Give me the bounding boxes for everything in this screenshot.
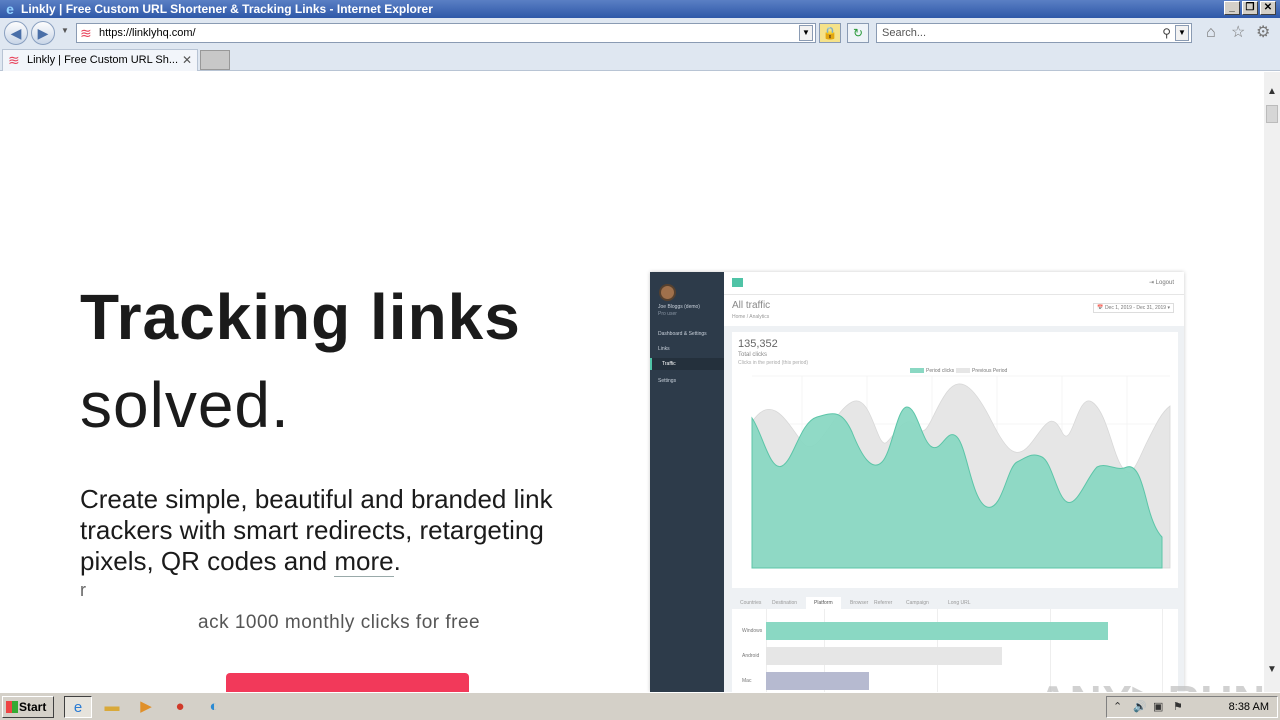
window-title: Linkly | Free Custom URL Shortener & Tra… [21,2,433,16]
dashboard-header: All traffic Home / Analytics 📅 Dec 1, 20… [724,294,1184,326]
sidebar-item-dashboard: Dashboard & Settings [658,331,707,337]
dashboard-logo [732,278,743,287]
refresh-button[interactable]: ↻ [847,23,869,43]
tab-referrer: Referrer [874,600,893,606]
stray-text: r [80,580,86,600]
clock[interactable]: 8:38 AM [1229,701,1269,713]
forward-button[interactable]: ▶ [31,21,55,45]
home-icon[interactable]: ⌂ [1206,25,1216,41]
dashboard-preview-image: Joe Bloggs (demo) Pro user Dashboard & S… [650,272,1184,692]
dashboard-date-range: 📅 Dec 1, 2019 - Dec 31, 2019 ▾ [1093,303,1174,313]
close-button[interactable]: ✕ [1260,1,1276,15]
navigation-bar: ◀ ▶ ▼ ≋ https://linklyhq.com/ ▼ 🔒 ↻ Sear… [0,18,1280,48]
sidebar-item-links: Links [658,346,670,352]
address-bar[interactable]: ≋ https://linklyhq.com/ ▼ [76,23,816,43]
start-button[interactable]: Start [2,696,54,718]
tray-expand-icon[interactable]: ⌃ [1113,700,1122,713]
bar-windows [766,622,1108,640]
tab-platform: Platform [806,597,841,609]
sidebar-item-traffic: Traffic [662,361,676,367]
recent-pages-dropdown-icon[interactable]: ▼ [61,26,69,35]
sidebar-item-settings: Settings [658,378,677,384]
tab-linkly[interactable]: ≋ Linkly | Free Custom URL Sh... ✕ [2,49,198,71]
dashboard-user-name: Joe Bloggs (demo) [658,304,700,310]
dashboard-sidebar: Joe Bloggs (demo) Pro user Dashboard & S… [650,272,724,692]
avatar [659,284,676,301]
scroll-up-icon[interactable]: ▲ [1266,86,1278,100]
internet-explorer-icon: e [6,1,14,17]
search-icon[interactable]: ⚲ [1162,24,1171,42]
dashboard-breadcrumb: Home / Analytics [732,314,770,320]
signup-button[interactable] [226,673,469,692]
favorites-star-icon[interactable]: ☆ [1231,25,1245,41]
bar-label-android: Android [742,653,760,659]
tab-browser: Browser [850,600,869,606]
tab-label: Linkly | Free Custom URL Sh... [27,54,178,66]
scroll-down-icon[interactable]: ▼ [1266,664,1278,678]
taskbar-ie-icon[interactable]: e [64,696,92,718]
taskbar-edge-icon[interactable]: ◐ [200,696,228,718]
volume-icon[interactable]: 🔊 [1133,700,1147,713]
dashboard-user-role: Pro user [658,311,677,317]
bar-label-windows: Windows [742,628,763,634]
hero-description: Create simple, beautiful and branded lin… [80,484,620,577]
description-period: . [393,546,401,576]
gear-icon[interactable]: ⚙ [1256,25,1270,41]
anyrun-watermark: ANY▷RUN [1037,676,1264,692]
dashboard-title: All traffic [732,300,771,311]
tab-long-url: Long URL [948,600,971,606]
clicks-chart-card: 135,352 Total clicks Clicks in the perio… [732,332,1178,588]
window-controls: _ ❐ ✕ [1224,1,1276,15]
address-url[interactable]: https://linklyhq.com/ [99,27,196,39]
minimize-button[interactable]: _ [1224,1,1240,15]
page-content: Tracking links solved. Create simple, be… [0,72,1264,692]
hero-subheadline: solved. [80,369,290,441]
tab-destination: Destination [772,600,798,606]
action-center-flag-icon[interactable]: ⚑ [1173,700,1183,713]
taskbar-chrome-icon[interactable]: ● [166,696,194,718]
more-link[interactable]: more [334,546,394,577]
dashboard-logout: ⇥ Logout [1148,280,1174,286]
lock-icon[interactable]: 🔒 [819,23,841,43]
system-tray: ⌃ 🔊 ▣ ⚑ 8:38 AM [1106,696,1278,718]
start-label: Start [19,700,47,714]
search-input[interactable]: Search... [882,27,926,39]
taskbar-folder-icon[interactable]: ▬ [98,696,126,718]
vertical-scrollbar[interactable]: ▲ ▼ [1264,72,1280,692]
tab-countries: Countries [740,600,762,606]
hero-headline: Tracking links [80,281,521,353]
bar-mac [766,672,869,690]
new-tab-button[interactable] [200,50,230,70]
dashboard-topbar: ⇥ Logout [724,272,1184,294]
taskbar-media-icon[interactable]: ▶ [132,696,160,718]
maximize-button[interactable]: ❐ [1242,1,1258,15]
linkly-favicon-icon: ≋ [80,25,92,41]
tab-bar: ≋ Linkly | Free Custom URL Sh... ✕ [0,48,1280,71]
bar-label-mac: Mac [742,678,752,684]
taskbar: Start e ▬ ▶ ● ◐ ⌃ 🔊 ▣ ⚑ 8:38 AM [0,692,1280,720]
clicks-area-chart [751,375,1171,569]
close-tab-icon[interactable]: ✕ [182,50,192,70]
free-clicks-text: ack 1000 monthly clicks for free [198,612,481,633]
address-dropdown-icon[interactable]: ▼ [799,25,813,41]
linkly-favicon-icon: ≋ [8,52,20,68]
breakdown-tabs: Countries Destination Platform Browser R… [732,597,1178,609]
scroll-thumb[interactable] [1266,105,1278,123]
search-dropdown-icon[interactable]: ▼ [1175,25,1189,41]
windows-flag-icon [6,701,18,713]
search-box[interactable]: Search... ⚲ ▼ [876,23,1192,43]
tab-campaign: Campaign [906,600,929,606]
bar-android [766,647,1002,665]
back-button[interactable]: ◀ [4,21,28,45]
description-text: Create simple, beautiful and branded lin… [80,484,553,576]
window-titlebar: e Linkly | Free Custom URL Shortener & T… [0,0,1280,18]
network-icon[interactable]: ▣ [1153,700,1163,713]
